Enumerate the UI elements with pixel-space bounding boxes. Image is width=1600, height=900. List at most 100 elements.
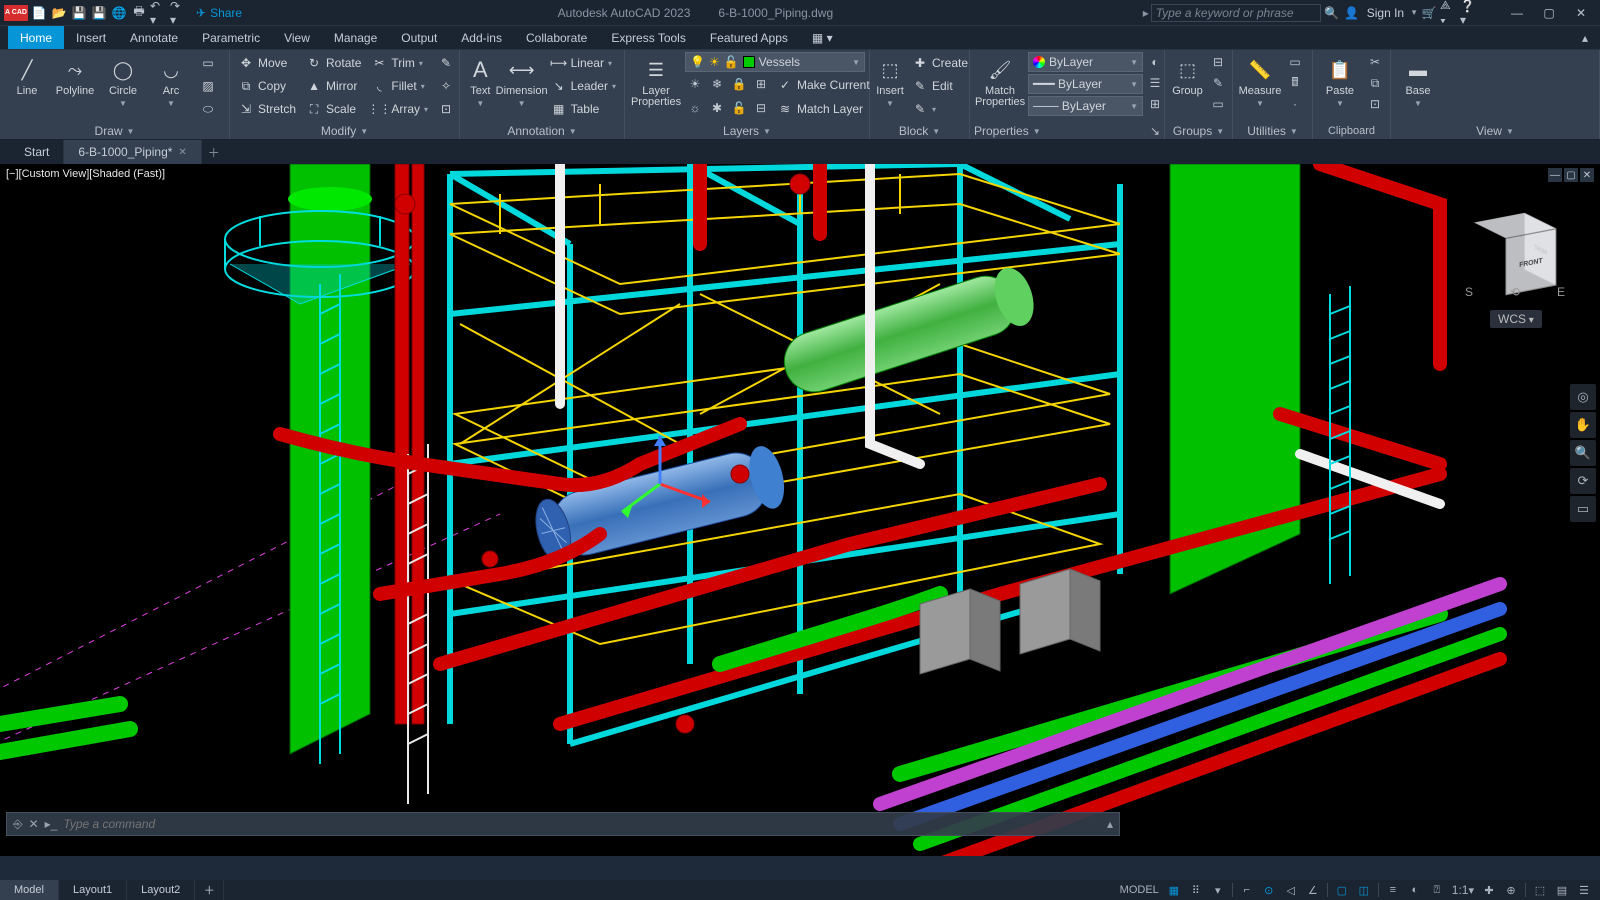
lineweight-dropdown[interactable]: ━━━ ByLayer▼: [1028, 74, 1143, 94]
panel-properties-title[interactable]: Properties ▼ ↘: [974, 123, 1160, 139]
cart-icon[interactable]: 🛒: [1420, 4, 1438, 22]
rect-button[interactable]: ▭: [196, 52, 220, 74]
filetab-start[interactable]: Start: [10, 140, 64, 164]
add-tab-button[interactable]: ＋: [202, 140, 226, 164]
tab-express[interactable]: Express Tools: [599, 26, 697, 49]
command-line[interactable]: ⎆ ✕ ▸_ ▴: [6, 812, 1120, 836]
props-icon[interactable]: ⊞: [1145, 94, 1165, 114]
layer-iso-icon[interactable]: ⊞: [751, 74, 771, 94]
plot-icon[interactable]: 🖶: [130, 4, 148, 22]
group-edit-icon[interactable]: ✎: [1208, 73, 1228, 93]
status-grid-icon[interactable]: ▦: [1164, 881, 1184, 899]
status-scale[interactable]: 1:1 ▾: [1449, 881, 1477, 899]
status-lwt-icon[interactable]: ≡: [1383, 881, 1403, 899]
scale-button[interactable]: ⛶Scale: [302, 98, 365, 120]
hatch-button[interactable]: ▨: [196, 75, 220, 97]
status-gizmo-icon[interactable]: ⊕: [1501, 881, 1521, 899]
share-button[interactable]: ✈ Share: [190, 6, 248, 20]
status-gear-icon[interactable]: ✚: [1479, 881, 1499, 899]
status-3dosnap-icon[interactable]: ◫: [1354, 881, 1374, 899]
app-logo[interactable]: A CAD: [4, 5, 28, 21]
trim-button[interactable]: ✂Trim▾: [367, 52, 432, 74]
filetab-drawing[interactable]: 6-B-1000_Piping*✕: [64, 140, 201, 164]
table-button[interactable]: ▦Table: [547, 98, 620, 120]
panel-modify-title[interactable]: Modify ▼: [234, 123, 455, 139]
circle-button[interactable]: ◯Circle▼: [100, 52, 146, 112]
btab-model[interactable]: Model: [0, 880, 59, 900]
zoom-icon[interactable]: 🔍: [1570, 440, 1596, 466]
tab-home[interactable]: Home: [8, 26, 64, 49]
panel-annotation-title[interactable]: Annotation ▼: [464, 123, 620, 139]
ungroup-icon[interactable]: ⊟: [1208, 52, 1228, 72]
user-icon[interactable]: 👤: [1343, 4, 1361, 22]
edit-button[interactable]: ✎Edit: [908, 75, 972, 97]
saveas-icon[interactable]: 💾: [90, 4, 108, 22]
status-otrack-icon[interactable]: ∠: [1303, 881, 1323, 899]
steering-wheel-icon[interactable]: ◎: [1570, 384, 1596, 410]
dimension-button[interactable]: ⟷Dimension▼: [499, 52, 545, 112]
redo-icon[interactable]: ↷ ▾: [170, 4, 188, 22]
autodesk-icon[interactable]: ⟁ ▾: [1440, 4, 1458, 22]
rotate-button[interactable]: ↻Rotate: [302, 52, 365, 74]
viewcube[interactable]: FRONT RIGHT S⟲E WCS ▾: [1460, 204, 1570, 334]
copy-button[interactable]: ⧉Copy: [234, 75, 300, 97]
polyline-button[interactable]: ⤳Polyline: [52, 52, 98, 101]
web-icon[interactable]: 🌐: [110, 4, 128, 22]
status-ui-icon[interactable]: ▤: [1552, 881, 1572, 899]
tab-featured[interactable]: Featured Apps: [698, 26, 800, 49]
group-button[interactable]: ⬚Group: [1169, 52, 1206, 101]
arc-button[interactable]: ◡Arc▼: [148, 52, 194, 112]
group-bbox-icon[interactable]: ▭: [1208, 94, 1228, 114]
move-button[interactable]: ✥Move: [234, 52, 300, 74]
cut-icon[interactable]: ✂: [1365, 52, 1385, 72]
layer-properties-button[interactable]: ☰Layer Properties: [629, 52, 683, 112]
tab-manage[interactable]: Manage: [322, 26, 389, 49]
paste-button[interactable]: 📋Paste▼: [1317, 52, 1363, 112]
mirror-button[interactable]: ▲Mirror: [302, 75, 365, 97]
layer-unlock-icon[interactable]: 🔓: [729, 98, 749, 118]
open-icon[interactable]: 📂: [50, 4, 68, 22]
status-model[interactable]: MODEL: [1117, 881, 1162, 899]
copy-base-icon[interactable]: ⊡: [1365, 94, 1385, 114]
maximize-button[interactable]: ▢: [1534, 2, 1564, 24]
pan-icon[interactable]: ✋: [1570, 412, 1596, 438]
select-icon[interactable]: ▭: [1285, 52, 1305, 72]
panel-draw-title[interactable]: Draw ▼: [4, 123, 225, 139]
add-layout-button[interactable]: ＋: [195, 880, 224, 900]
measure-button[interactable]: 📏Measure▼: [1237, 52, 1283, 112]
status-annoscale-icon[interactable]: ⍰: [1427, 881, 1447, 899]
viewport[interactable]: [−][Custom View][Shaded (Fast)] — ▢ ✕: [0, 164, 1600, 856]
create-button[interactable]: ✚Create: [908, 52, 972, 74]
make-current-button[interactable]: ✓Make Current: [773, 74, 874, 96]
showmotion-icon[interactable]: ▭: [1570, 496, 1596, 522]
status-iso-icon[interactable]: ◁: [1281, 881, 1301, 899]
tab-output[interactable]: Output: [389, 26, 449, 49]
tab-annotate[interactable]: Annotate: [118, 26, 190, 49]
search-input[interactable]: Type a keyword or phrase: [1151, 4, 1321, 22]
layer-freeze-icon[interactable]: ❄: [707, 74, 727, 94]
tab-addins[interactable]: Add-ins: [449, 26, 514, 49]
btab-layout1[interactable]: Layout1: [59, 880, 127, 900]
ellipse-button[interactable]: ⬭: [196, 98, 220, 120]
orbit-icon[interactable]: ⟳: [1570, 468, 1596, 494]
viewport-label[interactable]: [−][Custom View][Shaded (Fast)]: [6, 168, 165, 180]
status-snap-icon[interactable]: ⠿: [1186, 881, 1206, 899]
fillet-button[interactable]: ◟Fillet▾: [367, 75, 432, 97]
vp-max-icon[interactable]: ▢: [1564, 168, 1578, 182]
panel-layers-title[interactable]: Layers ▼: [629, 123, 865, 139]
minimize-button[interactable]: —: [1502, 2, 1532, 24]
status-polar-icon[interactable]: ⊙: [1259, 881, 1279, 899]
cmd-close-icon[interactable]: ✕: [29, 817, 39, 831]
tab-extras[interactable]: ▦ ▾: [800, 26, 845, 49]
tab-view[interactable]: View: [272, 26, 322, 49]
tab-insert[interactable]: Insert: [64, 26, 118, 49]
color-dropdown[interactable]: ByLayer▼: [1028, 52, 1143, 72]
match-layer-button[interactable]: ≋Match Layer: [773, 98, 867, 120]
list-icon[interactable]: ☰: [1145, 73, 1165, 93]
status-snap-dd[interactable]: ▾: [1208, 881, 1228, 899]
ribbon-minimize-icon[interactable]: ▴: [1576, 29, 1594, 47]
search-icon[interactable]: 🔍: [1323, 4, 1341, 22]
tab-parametric[interactable]: Parametric: [190, 26, 272, 49]
edit-attr-button[interactable]: ✎▾: [908, 98, 972, 120]
close-button[interactable]: ✕: [1566, 2, 1596, 24]
